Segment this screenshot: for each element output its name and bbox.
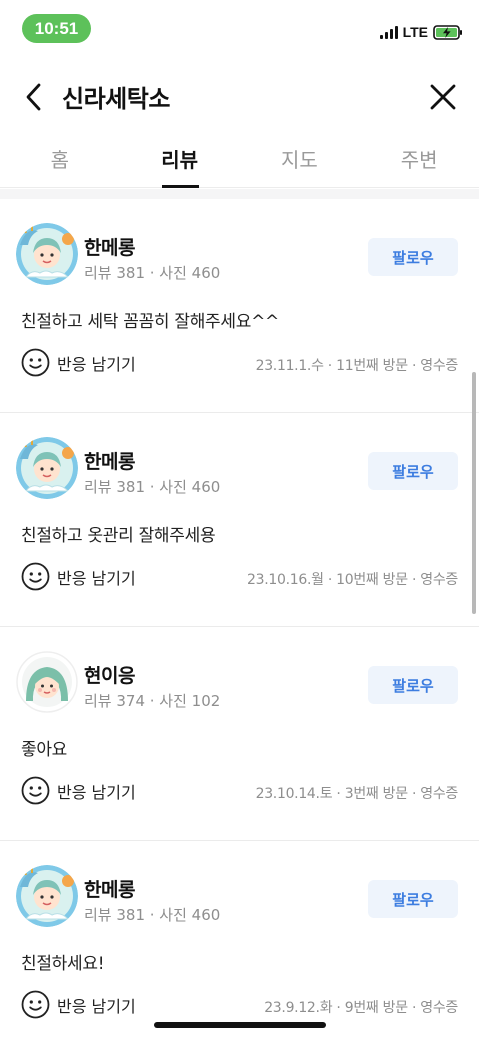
smile-icon xyxy=(21,776,50,805)
avatar[interactable] xyxy=(16,437,78,499)
reviewer-stats: 리뷰 381 · 사진 460 xyxy=(84,264,221,282)
review-item: 한메롱 리뷰 381 · 사진 460 팔로우 친절하고 세탁 꼼꼼히 잘해주세… xyxy=(0,199,479,413)
reaction-label: 반응 남기기 xyxy=(57,568,136,588)
reviewer-name[interactable]: 한메롱 xyxy=(84,875,135,902)
leave-reaction-button[interactable]: 반응 남기기 xyxy=(21,562,136,591)
smile-icon xyxy=(21,562,50,591)
smile-icon xyxy=(21,348,50,377)
avatar[interactable] xyxy=(16,223,78,285)
visit-meta: 23.11.1.수 · 11번째 방문 · 영수증 xyxy=(255,358,459,374)
network-label: LTE xyxy=(402,24,428,40)
page-title: 신라세탁소 xyxy=(62,85,170,113)
follow-button[interactable]: 팔로우 xyxy=(368,666,458,704)
tab-map[interactable]: 지도 xyxy=(240,132,360,187)
dragon-avatar-icon xyxy=(16,865,78,927)
tab-home[interactable]: 홈 xyxy=(0,132,120,187)
visit-meta: 23.10.14.토 · 3번째 방문 · 영수증 xyxy=(255,786,459,802)
tab-bar: 홈 리뷰 지도 주변 xyxy=(0,132,479,188)
review-text: 좋아요 xyxy=(21,740,68,760)
signal-icon xyxy=(379,25,398,39)
reviewer-stats: 리뷰 381 · 사진 460 xyxy=(84,906,221,924)
follow-button[interactable]: 팔로우 xyxy=(368,452,458,490)
leave-reaction-button[interactable]: 반응 남기기 xyxy=(21,776,136,805)
smile-icon xyxy=(21,990,50,1019)
reaction-label: 반응 남기기 xyxy=(57,354,136,374)
chevron-left-icon[interactable] xyxy=(22,82,46,112)
reviewer-stats: 리뷰 381 · 사진 460 xyxy=(84,478,221,496)
review-text: 친절하고 옷관리 잘해주세용 xyxy=(21,526,216,546)
section-divider xyxy=(0,189,479,199)
reviewer-stats: 리뷰 374 · 사진 102 xyxy=(84,692,221,710)
avatar[interactable] xyxy=(16,651,78,713)
dragon-avatar-icon xyxy=(16,223,78,285)
scrollbar[interactable] xyxy=(472,372,476,614)
header: 신라세탁소 xyxy=(0,70,479,124)
girl-avatar-icon xyxy=(16,651,78,713)
reaction-label: 반응 남기기 xyxy=(57,782,136,802)
visit-meta: 23.9.12.화 · 9번째 방문 · 영수증 xyxy=(264,1000,458,1016)
leave-reaction-button[interactable]: 반응 남기기 xyxy=(21,990,136,1019)
review-text: 친절하세요! xyxy=(21,954,105,974)
follow-button[interactable]: 팔로우 xyxy=(368,880,458,918)
follow-button[interactable]: 팔로우 xyxy=(368,238,458,276)
tab-reviews[interactable]: 리뷰 xyxy=(120,132,240,188)
status-time: 10:51 xyxy=(22,14,91,43)
screen: 10:51 LTE 신라세탁소 홈 리뷰 지도 주변 한메롱 리뷰 381 · … xyxy=(0,0,479,1039)
reaction-label: 반응 남기기 xyxy=(57,996,136,1016)
review-list: 한메롱 리뷰 381 · 사진 460 팔로우 친절하고 세탁 꼼꼼히 잘해주세… xyxy=(0,199,479,1039)
status-indicators: LTE xyxy=(379,24,463,40)
leave-reaction-button[interactable]: 반응 남기기 xyxy=(21,348,136,377)
reviewer-name[interactable]: 한메롱 xyxy=(84,233,135,260)
visit-meta: 23.10.16.월 · 10번째 방문 · 영수증 xyxy=(247,572,458,588)
review-item: 현이응 리뷰 374 · 사진 102 팔로우 좋아요 반응 남기기 23.10… xyxy=(0,627,479,841)
review-item: 한메롱 리뷰 381 · 사진 460 팔로우 친절하고 옷관리 잘해주세용 반… xyxy=(0,413,479,627)
tab-nearby[interactable]: 주변 xyxy=(359,132,479,187)
battery-charging-icon xyxy=(433,24,462,40)
reviewer-name[interactable]: 현이응 xyxy=(84,661,135,688)
review-item: 한메롱 리뷰 381 · 사진 460 팔로우 친절하세요! 반응 남기기 23… xyxy=(0,841,479,1039)
reviewer-name[interactable]: 한메롱 xyxy=(84,447,135,474)
review-text: 친절하고 세탁 꼼꼼히 잘해주세요^^ xyxy=(21,312,279,332)
close-icon[interactable] xyxy=(429,83,457,111)
status-bar: 10:51 LTE xyxy=(0,0,479,58)
home-indicator[interactable] xyxy=(154,1022,326,1028)
dragon-avatar-icon xyxy=(16,437,78,499)
avatar[interactable] xyxy=(16,865,78,927)
